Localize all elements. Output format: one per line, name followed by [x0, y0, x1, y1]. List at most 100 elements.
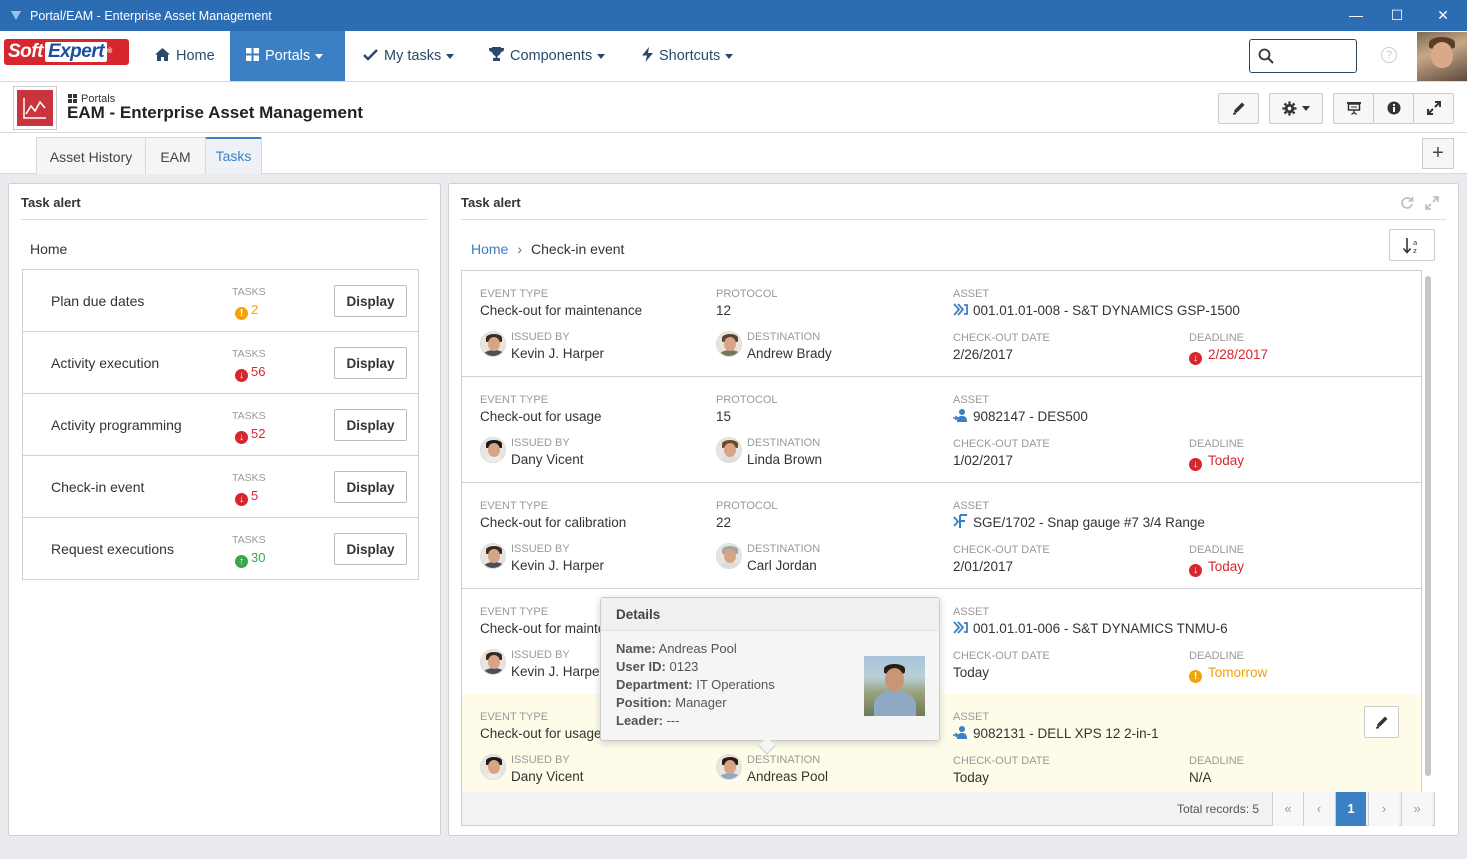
grid-icon	[246, 48, 259, 61]
nav-portals[interactable]: Portals	[230, 31, 345, 81]
logo-expert-text: Expert	[44, 42, 108, 62]
overdue-icon: ↓	[235, 493, 248, 506]
pencil-icon	[1232, 102, 1244, 115]
person-avatar	[480, 649, 506, 675]
search-input[interactable]	[1278, 46, 1350, 66]
asset-label: ASSET	[953, 288, 990, 300]
display-button[interactable]: Display	[334, 471, 407, 503]
task-name: Activity execution	[51, 355, 160, 371]
tasks-label: TASKS	[232, 286, 266, 298]
minimize-icon[interactable]: —	[1346, 5, 1366, 25]
event-type-value: Check-out for calibration	[480, 515, 627, 530]
event-row[interactable]: EVENT TYPE Check-out for maintenance PROTO…	[462, 271, 1421, 377]
issued-by-value[interactable]: Dany Vicent	[511, 452, 584, 467]
chevron-down-icon	[597, 53, 606, 59]
asset-value[interactable]: 9082131 - DELL XPS 12 2-in-1	[953, 725, 1159, 741]
deadline-label: DEADLINE	[1189, 650, 1245, 662]
issued-by-label: ISSUED BY	[511, 649, 570, 661]
deadline-value: N/A	[1189, 770, 1212, 785]
nav-shortcuts[interactable]: Shortcuts	[642, 31, 734, 81]
user-details-tooltip: Details Name: Andreas Pool User ID: 0123…	[600, 597, 940, 755]
app-logo	[13, 86, 57, 130]
task-count: ↓ 52	[235, 426, 265, 444]
edit-event-button[interactable]	[1364, 706, 1399, 738]
display-button[interactable]: Display	[334, 347, 407, 379]
checkout-date-value: Today	[953, 770, 990, 785]
display-button[interactable]: Display	[334, 285, 407, 317]
warning-icon: !	[235, 307, 248, 320]
issued-by-label: ISSUED BY	[511, 437, 570, 449]
deadline-label: DEADLINE	[1189, 544, 1245, 556]
issued-by-value[interactable]: Kevin J. Harper	[511, 664, 604, 679]
display-button[interactable]: Display	[334, 409, 407, 441]
display-button[interactable]: Display	[334, 533, 407, 565]
chart-icon	[23, 98, 46, 119]
first-page-button[interactable]: «	[1272, 792, 1303, 826]
nav-home[interactable]: Home	[155, 31, 215, 81]
event-type-label: EVENT TYPE	[480, 711, 549, 723]
fullscreen-button[interactable]	[1413, 93, 1454, 124]
deadline-label: DEADLINE	[1189, 755, 1245, 767]
softexpert-logo[interactable]: Soft Expert ®	[4, 39, 129, 65]
last-page-button[interactable]: »	[1401, 792, 1432, 826]
nav-my-tasks-label: My tasks	[384, 48, 442, 64]
tasks-label: TASKS	[232, 348, 266, 360]
prev-page-button[interactable]: ‹	[1303, 792, 1334, 826]
breadcrumb-home-link[interactable]: Home	[471, 241, 508, 257]
event-type-label: EVENT TYPE	[480, 288, 549, 300]
nav-home-label: Home	[176, 48, 215, 64]
refresh-icon[interactable]	[1400, 196, 1414, 210]
user-photo	[864, 656, 925, 716]
protocol-value: 22	[716, 515, 732, 530]
event-row[interactable]: EVENT TYPE Check-out for usage PROTOCOL 15 A…	[462, 377, 1421, 483]
protocol-value: 15	[716, 409, 732, 424]
asset-value[interactable]: 001.01.01-006 - S&T DYNAMICS TNMU-6	[953, 620, 1228, 636]
edit-page-button[interactable]	[1218, 93, 1259, 124]
destination-value[interactable]: Andreas Pool	[747, 769, 828, 784]
search-icon	[1258, 48, 1274, 64]
destination-value[interactable]: Linda Brown	[747, 452, 822, 467]
asset-value[interactable]: 9082147 - DES500	[953, 408, 1088, 424]
page-1-button[interactable]: 1	[1335, 792, 1366, 826]
expand-icon[interactable]	[1425, 196, 1439, 210]
settings-button[interactable]	[1269, 93, 1323, 124]
event-row[interactable]: EVENT TYPE Check-out for calibration PROTO…	[462, 483, 1421, 589]
issued-by-value[interactable]: Dany Vicent	[511, 769, 584, 784]
person-avatar	[480, 754, 506, 780]
asset-value[interactable]: 001.01.01-008 - S&T DYNAMICS GSP-1500	[953, 302, 1240, 318]
chevron-down-icon	[1302, 106, 1310, 111]
presentation-icon	[1346, 102, 1361, 116]
pencil-icon	[1375, 716, 1388, 729]
next-page-button[interactable]: ›	[1368, 792, 1399, 826]
maximize-icon[interactable]: ☐	[1387, 5, 1407, 25]
breadcrumb-home[interactable]: Home	[30, 241, 67, 257]
info-button[interactable]	[1373, 93, 1414, 124]
tab-tasks[interactable]: Tasks	[205, 137, 262, 174]
destination-value[interactable]: Andrew Brady	[747, 346, 832, 361]
search-box[interactable]	[1249, 39, 1357, 73]
sort-button[interactable]: az	[1389, 229, 1435, 261]
nav-my-tasks[interactable]: My tasks	[363, 31, 455, 81]
user-avatar[interactable]	[1417, 32, 1467, 81]
svg-text:z: z	[1413, 247, 1417, 255]
task-count-value: 52	[251, 426, 266, 441]
nav-components[interactable]: Components	[489, 31, 606, 81]
events-scrollbar[interactable]	[1425, 276, 1431, 776]
breadcrumb-separator: ›	[517, 241, 523, 257]
asset-label: ASSET	[953, 606, 990, 618]
person-avatar	[480, 543, 506, 569]
tooltip-user-id: User ID: 0123	[616, 659, 699, 674]
help-icon[interactable]: ?	[1381, 47, 1397, 63]
tooltip-position: Position: Manager	[616, 695, 727, 710]
add-tab-button[interactable]: +	[1422, 138, 1454, 169]
destination-value[interactable]: Carl Jordan	[747, 558, 817, 573]
task-count-value: 2	[251, 302, 259, 317]
issued-by-value[interactable]: Kevin J. Harper	[511, 558, 604, 573]
asset-value[interactable]: SGE/1702 - Snap gauge #7 3/4 Range	[953, 514, 1205, 530]
tab-asset-history[interactable]: Asset History	[36, 137, 146, 174]
presentation-button[interactable]	[1333, 93, 1374, 124]
issued-by-value[interactable]: Kevin J. Harper	[511, 346, 604, 361]
overdue-icon: ↓	[1189, 458, 1202, 471]
close-icon[interactable]: ✕	[1433, 5, 1453, 25]
tab-eam[interactable]: EAM	[145, 137, 206, 174]
